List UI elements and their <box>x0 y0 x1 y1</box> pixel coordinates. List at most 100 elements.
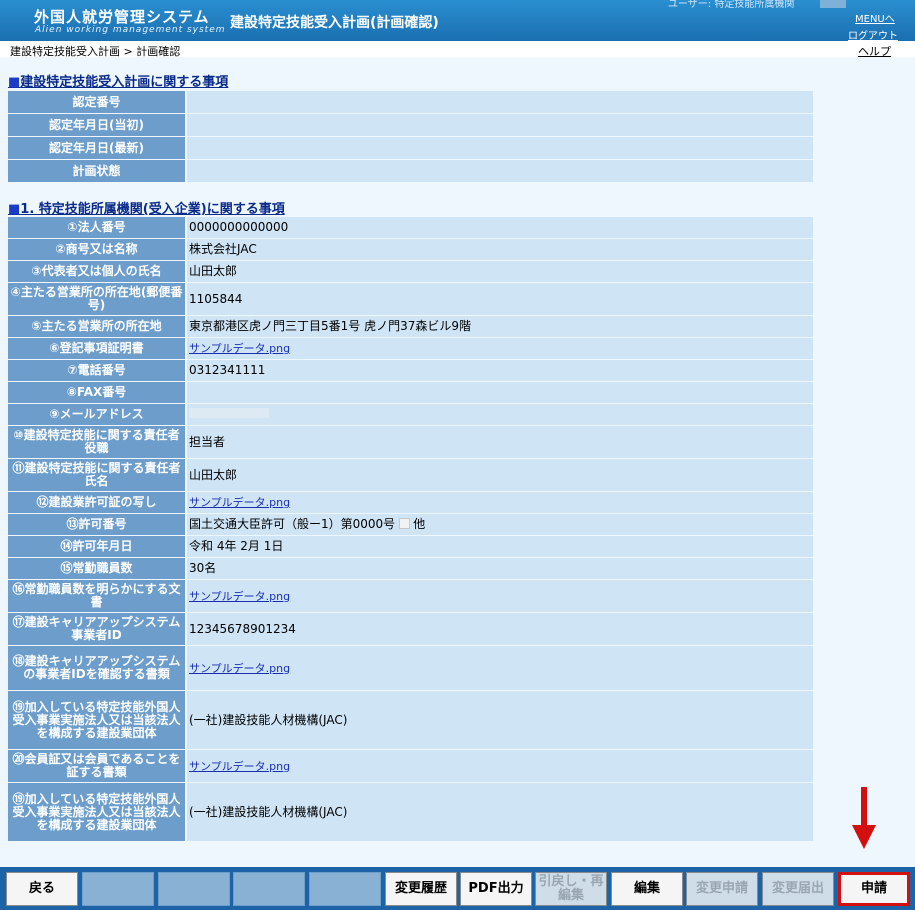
change-notify-button[interactable]: 変更届出 <box>762 872 834 906</box>
table-row: ⑩建設特定技能に関する責任者役職 担当者 <box>8 426 813 458</box>
row-label: 認定年月日(最新) <box>8 137 187 159</box>
row-value: (一社)建設技能人材機構(JAC) <box>187 691 813 749</box>
row-label: ①法人番号 <box>8 217 187 238</box>
table-row: ⑤主たる営業所の所在地 東京都港区虎ノ門三丁目5番1号 虎ノ門37森ビル9階 <box>8 316 813 337</box>
empty-button-slot <box>309 872 381 906</box>
table-row: ④主たる営業所の所在地(郵便番号) 1105844 <box>8 283 813 315</box>
row-value: 0312341111 <box>187 360 813 381</box>
table-row: ⑭許可年月日 令和 4年 2月 1日 <box>8 536 813 557</box>
file-link[interactable]: サンプルデータ.png <box>189 496 290 509</box>
row-label: ②商号又は名称 <box>8 239 187 260</box>
row-value: 山田太郎 <box>187 261 813 282</box>
table-row: 認定番号 <box>8 91 813 113</box>
user-label: ユーザー: 特定技能所属機関 <box>668 0 795 10</box>
table-row: ⑦電話番号 0312341111 <box>8 360 813 381</box>
action-bar: 戻る 変更履歴 PDF出力 引戻し・再編集 編集 変更申請 変更届出 申請 <box>0 867 915 910</box>
app-logo-title: 外国人就労管理システム <box>34 8 210 26</box>
down-arrow-icon <box>852 787 876 849</box>
row-label: 認定番号 <box>8 91 187 113</box>
row-value: 株式会社JAC <box>187 239 813 260</box>
row-label: ⑲加入している特定技能外国人受入事業実施法人又は当該法人を構成する建設業団体 <box>8 691 187 749</box>
user-name-box <box>820 0 846 8</box>
apply-button[interactable]: 申請 <box>838 872 910 906</box>
table-row: ②商号又は名称 株式会社JAC <box>8 239 813 260</box>
empty-button-slot <box>158 872 230 906</box>
other-checkbox <box>399 518 411 529</box>
row-label: ⑳会員証又は会員であることを証する書類 <box>8 750 187 782</box>
change-apply-button[interactable]: 変更申請 <box>686 872 758 906</box>
section-square-icon: ■ <box>8 202 21 217</box>
table-row: ⑲加入している特定技能外国人受入事業実施法人又は当該法人を構成する建設業団体 (… <box>8 691 813 749</box>
table-row: ①法人番号 0000000000000 <box>8 217 813 238</box>
row-label: 計画状態 <box>8 160 187 182</box>
row-label: ⑮常勤職員数 <box>8 558 187 579</box>
row-label: ⑬許可番号 <box>8 514 187 535</box>
row-value: 12345678901234 <box>187 613 813 645</box>
row-value <box>187 91 813 113</box>
company-table: ①法人番号 0000000000000 ②商号又は名称 株式会社JAC ③代表者… <box>8 216 813 842</box>
table-row: ⑱建設キャリアアップシステムの事業者IDを確認する書類 サンプルデータ.png <box>8 646 813 690</box>
row-value: 担当者 <box>187 426 813 458</box>
table-row: ⑯常勤職員数を明らかにする文書 サンプルデータ.png <box>8 580 813 612</box>
row-value: サンプルデータ.png <box>187 750 813 782</box>
row-label: ⑲加入している特定技能外国人受入事業実施法人又は当該法人を構成する建設業団体 <box>8 783 187 841</box>
table-row: 認定年月日(当初) <box>8 114 813 136</box>
row-label: ④主たる営業所の所在地(郵便番号) <box>8 283 187 315</box>
table-row: ⑰建設キャリアアップシステム事業者ID 12345678901234 <box>8 613 813 645</box>
history-button[interactable]: 変更履歴 <box>385 872 457 906</box>
screen-title: 建設特定技能受入計画(計画確認) <box>230 15 439 31</box>
section-title-company: ■1. 特定技能所属機関(受入企業)に関する事項 <box>8 202 285 217</box>
row-value: (一社)建設技能人材機構(JAC) <box>187 783 813 841</box>
file-link[interactable]: サンプルデータ.png <box>189 662 290 675</box>
row-value <box>187 404 813 425</box>
edit-button[interactable]: 編集 <box>611 872 683 906</box>
row-label: ⑤主たる営業所の所在地 <box>8 316 187 337</box>
row-label: ⑯常勤職員数を明らかにする文書 <box>8 580 187 612</box>
row-value: 国土交通大臣許可（般ー1）第0000号 他 <box>187 514 813 535</box>
logout-link[interactable]: ログアウト <box>848 27 898 42</box>
table-row: ⑲加入している特定技能外国人受入事業実施法人又は当該法人を構成する建設業団体 (… <box>8 783 813 841</box>
row-value: サンプルデータ.png <box>187 646 813 690</box>
section-title-plan: ■建設特定技能受入計画に関する事項 <box>8 75 229 90</box>
table-row: ⑬許可番号 国土交通大臣許可（般ー1）第0000号 他 <box>8 514 813 535</box>
row-value: サンプルデータ.png <box>187 492 813 513</box>
file-link[interactable]: サンプルデータ.png <box>189 342 290 355</box>
empty-button-slot <box>82 872 154 906</box>
table-row: ⑮常勤職員数 30名 <box>8 558 813 579</box>
table-row: ⑫建設業許可証の写し サンプルデータ.png <box>8 492 813 513</box>
redacted-email <box>189 408 269 418</box>
row-label: ⑫建設業許可証の写し <box>8 492 187 513</box>
app-header: 外国人就労管理システム Alien working management sys… <box>0 0 915 42</box>
row-label: ⑨メールアドレス <box>8 404 187 425</box>
row-value: 0000000000000 <box>187 217 813 238</box>
row-value: サンプルデータ.png <box>187 580 813 612</box>
row-label: ③代表者又は個人の氏名 <box>8 261 187 282</box>
menu-link[interactable]: MENUへ <box>855 10 895 25</box>
app-logo-subtitle: Alien working management system <box>35 25 226 35</box>
table-row: ⑪建設特定技能に関する責任者氏名 山田太郎 <box>8 459 813 491</box>
empty-button-slot <box>233 872 305 906</box>
row-label: ⑱建設キャリアアップシステムの事業者IDを確認する書類 <box>8 646 187 690</box>
back-button[interactable]: 戻る <box>6 872 78 906</box>
row-label: ⑧FAX番号 <box>8 382 187 403</box>
table-row: 計画状態 <box>8 160 813 182</box>
row-value <box>187 137 813 159</box>
row-value: サンプルデータ.png <box>187 338 813 359</box>
plan-table: 認定番号 認定年月日(当初) 認定年月日(最新) 計画状態 <box>8 90 813 183</box>
row-label: ⑪建設特定技能に関する責任者氏名 <box>8 459 187 491</box>
file-link[interactable]: サンプルデータ.png <box>189 760 290 773</box>
row-label: ⑥登記事項証明書 <box>8 338 187 359</box>
row-value: 30名 <box>187 558 813 579</box>
table-row: 認定年月日(最新) <box>8 137 813 159</box>
row-value <box>187 160 813 182</box>
table-row: ⑳会員証又は会員であることを証する書類 サンプルデータ.png <box>8 750 813 782</box>
row-value: 山田太郎 <box>187 459 813 491</box>
permit-number-text: 国土交通大臣許可（般ー1）第0000号 <box>189 517 396 531</box>
file-link[interactable]: サンプルデータ.png <box>189 590 290 603</box>
row-value: 東京都港区虎ノ門三丁目5番1号 虎ノ門37森ビル9階 <box>187 316 813 337</box>
row-label: ⑰建設キャリアアップシステム事業者ID <box>8 613 187 645</box>
row-value <box>187 114 813 136</box>
withdraw-edit-button[interactable]: 引戻し・再編集 <box>535 872 607 906</box>
row-value: 令和 4年 2月 1日 <box>187 536 813 557</box>
pdf-output-button[interactable]: PDF出力 <box>460 872 532 906</box>
